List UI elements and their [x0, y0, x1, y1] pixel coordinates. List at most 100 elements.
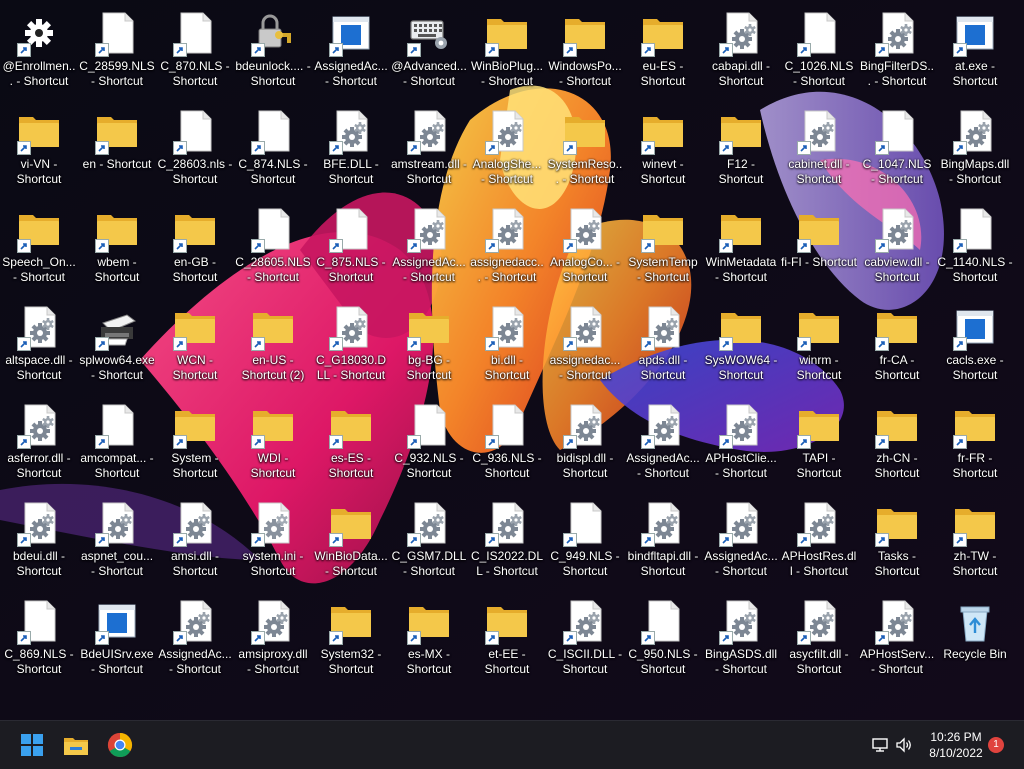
desktop-icon[interactable]: cabapi.dll - Shortcut [702, 5, 780, 103]
desktop-icon[interactable]: APHostRes.dll - Shortcut [780, 495, 858, 593]
desktop-icon[interactable]: bg-BG - Shortcut [390, 299, 468, 397]
start-button[interactable] [14, 727, 50, 763]
desktop-icon[interactable]: bdeui.dll - Shortcut [0, 495, 78, 593]
desktop-icon[interactable]: winevt - Shortcut [624, 103, 702, 201]
clock[interactable]: 10:26 PM 8/10/2022 [918, 729, 994, 761]
desktop-icon[interactable]: altspace.dll - Shortcut [0, 299, 78, 397]
desktop-icon[interactable]: C_GSM7.DLL - Shortcut [390, 495, 468, 593]
desktop-icon[interactable]: Speech_On... - Shortcut [0, 201, 78, 299]
desktop-icon[interactable]: wbem - Shortcut [78, 201, 156, 299]
desktop-icon[interactable]: System - Shortcut [156, 397, 234, 495]
desktop-icon[interactable]: C_874.NLS - Shortcut [234, 103, 312, 201]
desktop-icon[interactable]: C_870.NLS - Shortcut [156, 5, 234, 103]
desktop-icon[interactable]: assignedacc... - Shortcut [468, 201, 546, 299]
desktop-icon[interactable]: en-GB - Shortcut [156, 201, 234, 299]
desktop-icon[interactable]: WinBioPlug... - Shortcut [468, 5, 546, 103]
desktop-icon[interactable]: TAPI - Shortcut [780, 397, 858, 495]
desktop-icon[interactable]: C_28603.nls - Shortcut [156, 103, 234, 201]
desktop-icon[interactable]: en-US - Shortcut (2) [234, 299, 312, 397]
desktop-icon[interactable]: C_ISCII.DLL - Shortcut [546, 593, 624, 691]
desktop-icon[interactable]: BingMaps.dll - Shortcut [936, 103, 1014, 201]
desktop-icon[interactable]: asycfilt.dll - Shortcut [780, 593, 858, 691]
shortcut-arrow-icon [329, 141, 343, 155]
desktop-icon[interactable]: APHostServ... - Shortcut [858, 593, 936, 691]
desktop-icon[interactable]: F12 - Shortcut [702, 103, 780, 201]
desktop-icon[interactable]: zh-CN - Shortcut [858, 397, 936, 495]
desktop-icon[interactable]: AnalogCo... - Shortcut [546, 201, 624, 299]
desktop-icon[interactable]: amstream.dll - Shortcut [390, 103, 468, 201]
desktop-icon[interactable]: system.ini - Shortcut [234, 495, 312, 593]
desktop-icon[interactable]: C_875.NLS - Shortcut [312, 201, 390, 299]
desktop-icon[interactable]: C_949.NLS - Shortcut [546, 495, 624, 593]
desktop-icon[interactable]: aspnet_cou... - Shortcut [78, 495, 156, 593]
desktop-icon[interactable]: WCN - Shortcut [156, 299, 234, 397]
desktop-icon[interactable]: BingFilterDS... - Shortcut [858, 5, 936, 103]
desktop-icon[interactable]: winrm - Shortcut [780, 299, 858, 397]
desktop-icon[interactable]: C_28605.NLS - Shortcut [234, 201, 312, 299]
desktop-icon[interactable]: es-ES - Shortcut [312, 397, 390, 495]
file-explorer-button[interactable] [58, 727, 94, 763]
desktop-icon[interactable]: AnalogShe... - Shortcut [468, 103, 546, 201]
desktop-icon[interactable]: C_936.NLS - Shortcut [468, 397, 546, 495]
volume-icon[interactable] [894, 735, 914, 755]
desktop-icon[interactable]: C_1140.NLS - Shortcut [936, 201, 1014, 299]
desktop-icon[interactable]: fr-CA - Shortcut [858, 299, 936, 397]
desktop-icon[interactable]: at.exe - Shortcut [936, 5, 1014, 103]
desktop-icon[interactable]: amsi.dll - Shortcut [156, 495, 234, 593]
desktop-icon[interactable]: WDI - Shortcut [234, 397, 312, 495]
desktop-icon-label: C_949.NLS - Shortcut [550, 549, 620, 578]
desktop-icon[interactable]: WindowsPo... - Shortcut [546, 5, 624, 103]
desktop-icon[interactable]: C_IS2022.DLL - Shortcut [468, 495, 546, 593]
desktop-icon[interactable]: BingASDS.dll - Shortcut [702, 593, 780, 691]
desktop-icon[interactable]: SystemTemp - Shortcut [624, 201, 702, 299]
desktop-icon[interactable]: cacls.exe - Shortcut [936, 299, 1014, 397]
chrome-button[interactable] [102, 727, 138, 763]
desktop-icon[interactable]: bi.dll - Shortcut [468, 299, 546, 397]
desktop-icon[interactable]: es-MX - Shortcut [390, 593, 468, 691]
desktop-icon[interactable]: fi-FI - Shortcut [780, 201, 858, 299]
desktop-icon[interactable]: C_1047.NLS - Shortcut [858, 103, 936, 201]
desktop-icon[interactable]: C_1026.NLS - Shortcut [780, 5, 858, 103]
desktop-icon[interactable]: SysWOW64 - Shortcut [702, 299, 780, 397]
desktop-icon[interactable]: en - Shortcut [78, 103, 156, 201]
desktop-icon[interactable]: @Advanced... - Shortcut [390, 5, 468, 103]
desktop-icon[interactable]: C_28599.NLS - Shortcut [78, 5, 156, 103]
desktop-icon[interactable]: Recycle Bin [936, 593, 1014, 691]
desktop-icon[interactable]: fr-FR - Shortcut [936, 397, 1014, 495]
desktop-icon[interactable]: WinBioData... - Shortcut [312, 495, 390, 593]
notification-badge[interactable]: 1 [988, 737, 1004, 753]
desktop-icon[interactable]: System32 - Shortcut [312, 593, 390, 691]
desktop-icon[interactable]: assignedac... - Shortcut [546, 299, 624, 397]
desktop-icon[interactable]: C_869.NLS - Shortcut [0, 593, 78, 691]
desktop-icon[interactable]: et-EE - Shortcut [468, 593, 546, 691]
desktop-icon[interactable]: @Enrollmen... - Shortcut [0, 5, 78, 103]
desktop-icon[interactable]: amsiproxy.dll - Shortcut [234, 593, 312, 691]
desktop-icon[interactable]: bdeunlock.... - Shortcut [234, 5, 312, 103]
desktop-icon[interactable]: AssignedAc... - Shortcut [624, 397, 702, 495]
desktop-icon[interactable]: apds.dll - Shortcut [624, 299, 702, 397]
desktop-icon[interactable]: AssignedAc... - Shortcut [312, 5, 390, 103]
desktop-icon[interactable]: WinMetadata - Shortcut [702, 201, 780, 299]
desktop-icon[interactable]: C_932.NLS - Shortcut [390, 397, 468, 495]
desktop-icon[interactable]: vi-VN - Shortcut [0, 103, 78, 201]
desktop-icon[interactable]: AssignedAc... - Shortcut [156, 593, 234, 691]
network-icon[interactable] [870, 735, 890, 755]
desktop-icon[interactable]: asferror.dll - Shortcut [0, 397, 78, 495]
desktop-icon[interactable]: eu-ES - Shortcut [624, 5, 702, 103]
desktop-icon[interactable]: bindfltapi.dll - Shortcut [624, 495, 702, 593]
desktop-icon[interactable]: BdeUISrv.exe - Shortcut [78, 593, 156, 691]
desktop-icon[interactable]: APHostClie... - Shortcut [702, 397, 780, 495]
desktop-icon[interactable]: Tasks - Shortcut [858, 495, 936, 593]
desktop-icon[interactable]: C_950.NLS - Shortcut [624, 593, 702, 691]
desktop-icon[interactable]: SystemReso... - Shortcut [546, 103, 624, 201]
desktop-icon[interactable]: C_G18030.DLL - Shortcut [312, 299, 390, 397]
desktop-icon[interactable]: BFE.DLL - Shortcut [312, 103, 390, 201]
desktop-icon[interactable]: amcompat... - Shortcut [78, 397, 156, 495]
desktop-icon[interactable]: AssignedAc... - Shortcut [390, 201, 468, 299]
desktop-icon[interactable]: AssignedAc... - Shortcut [702, 495, 780, 593]
desktop-icon[interactable]: bidispl.dll - Shortcut [546, 397, 624, 495]
desktop-icon[interactable]: splwow64.exe - Shortcut [78, 299, 156, 397]
desktop-icon[interactable]: cabinet.dll - Shortcut [780, 103, 858, 201]
desktop-icon[interactable]: cabview.dll - Shortcut [858, 201, 936, 299]
desktop-icon[interactable]: zh-TW - Shortcut [936, 495, 1014, 593]
